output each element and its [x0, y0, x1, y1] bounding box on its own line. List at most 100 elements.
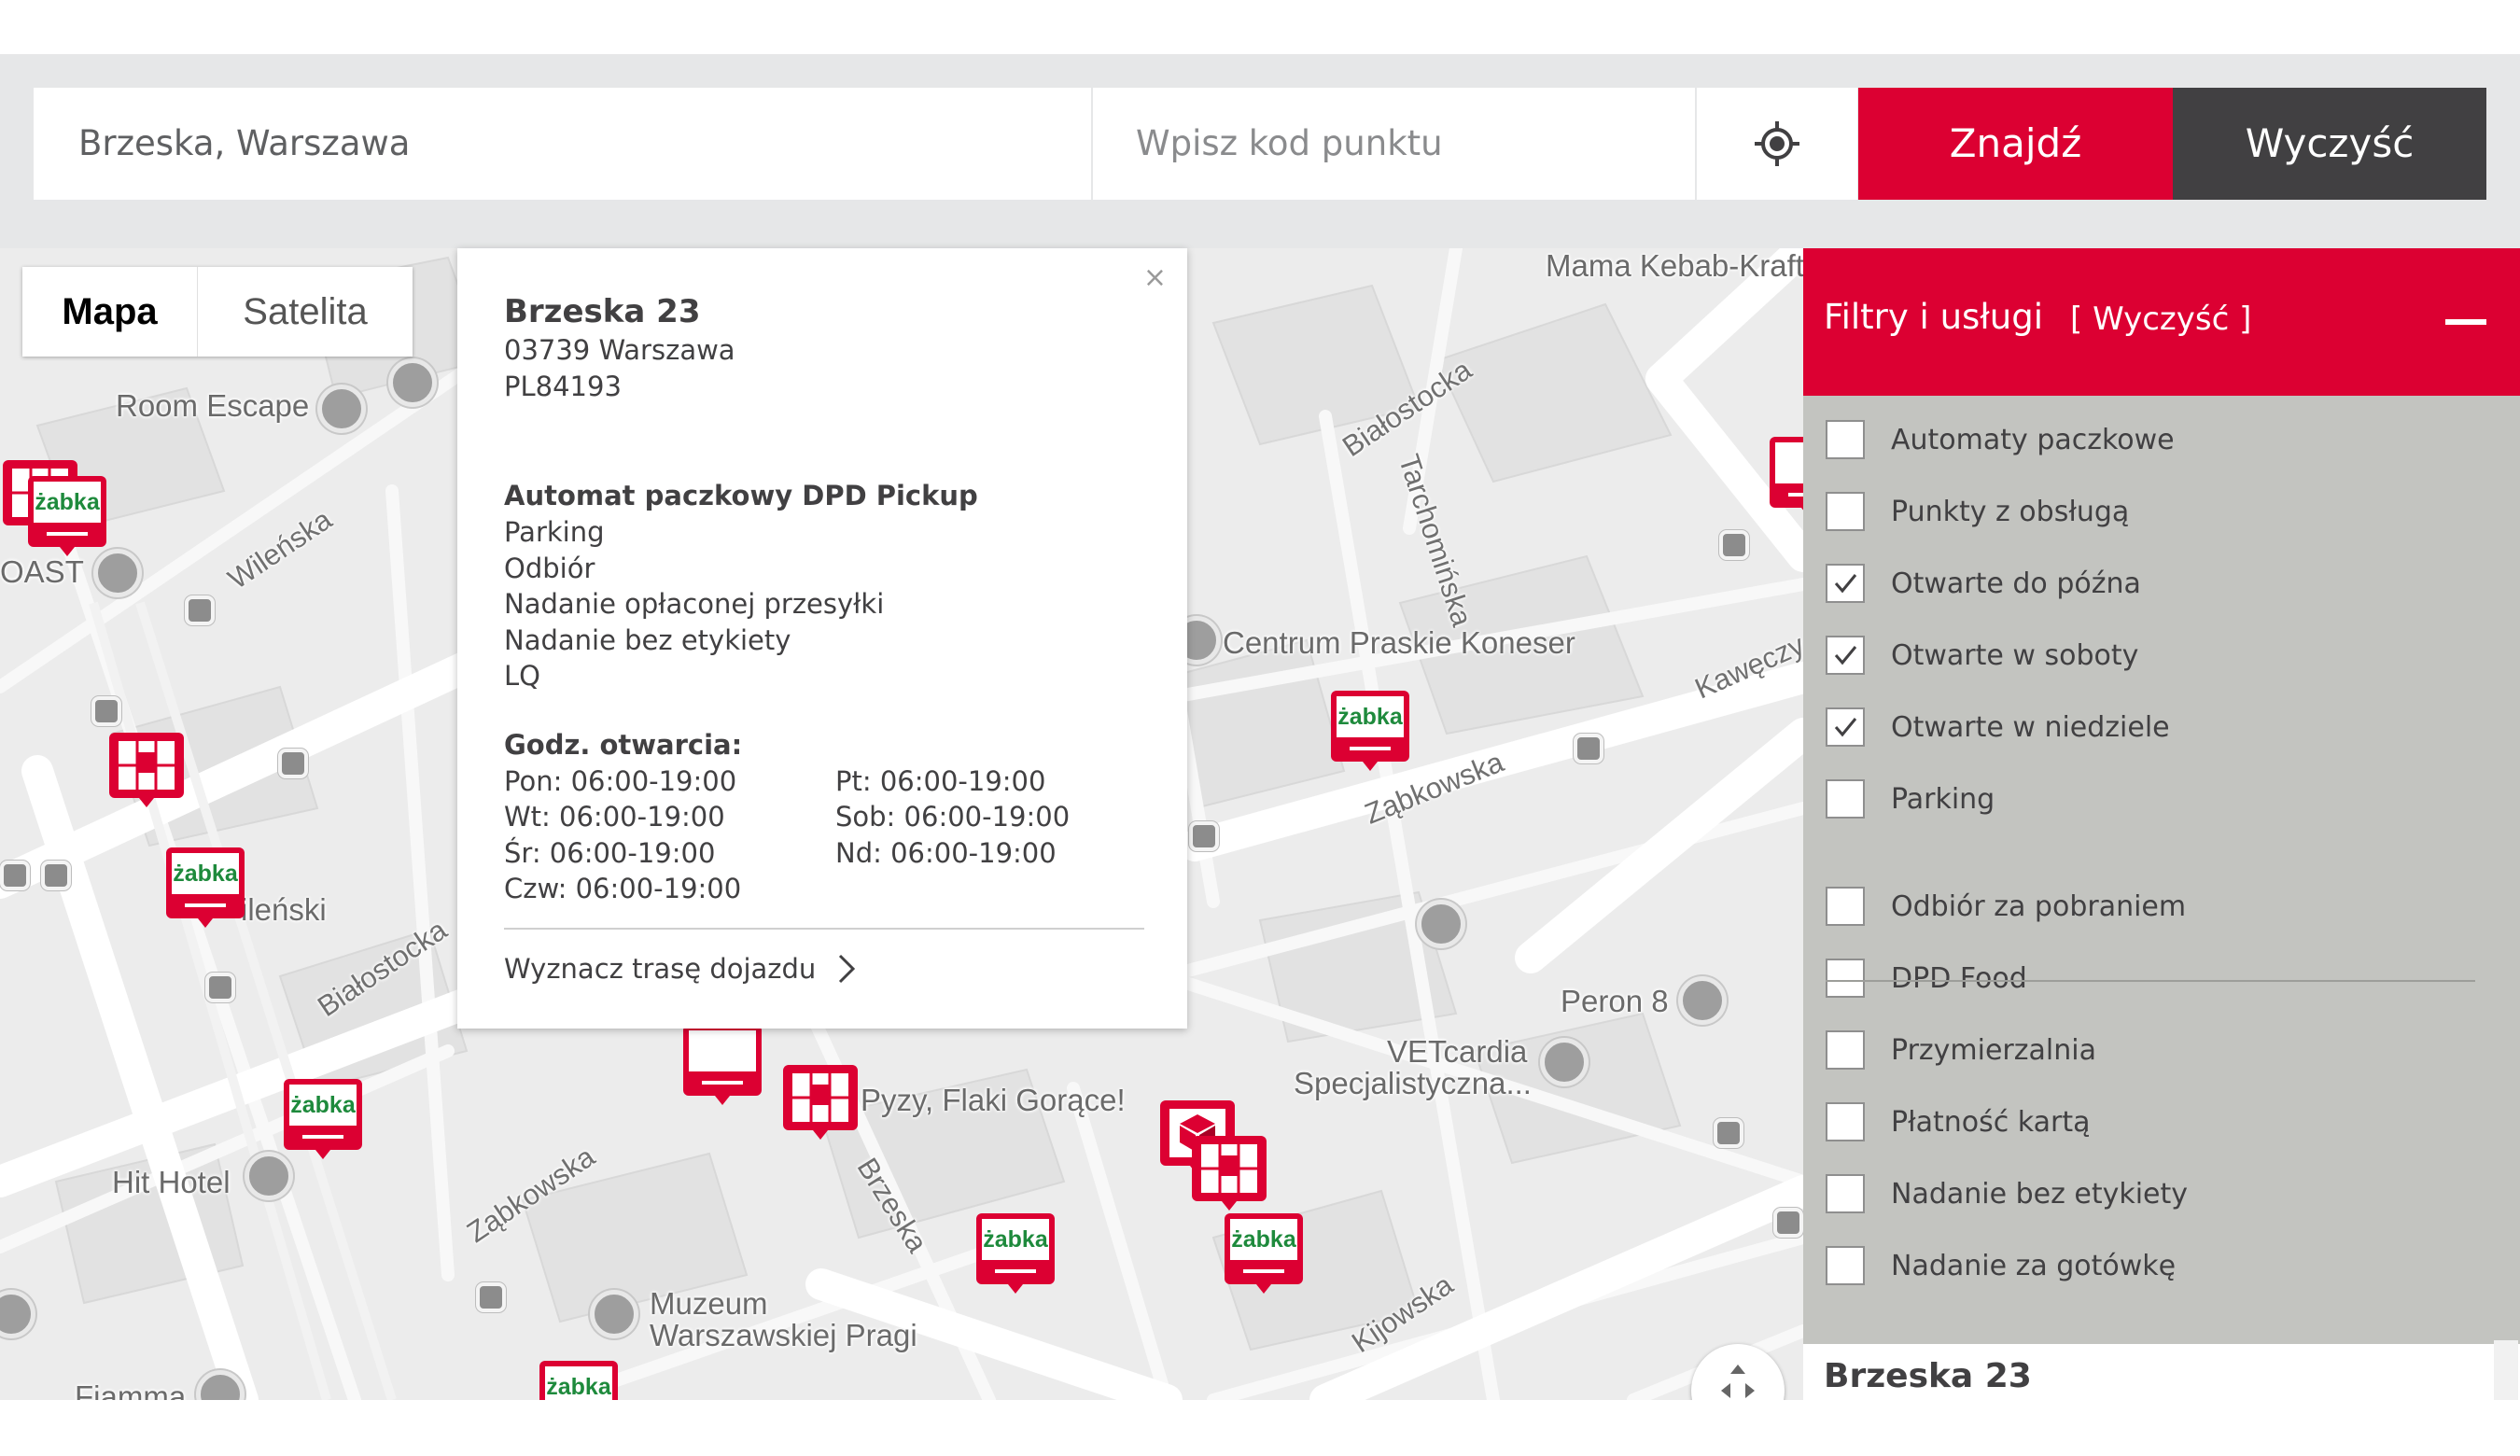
zabka-marker-shape — [1770, 437, 1803, 511]
filter-option[interactable]: Otwarte w soboty — [1826, 634, 2138, 677]
zabka-marker[interactable]: żabka — [1329, 689, 1411, 773]
checkbox[interactable] — [1826, 779, 1865, 819]
zabka-marker[interactable]: żabka — [282, 1077, 364, 1161]
collapse-minus-icon[interactable] — [2445, 319, 2486, 325]
filter-option-label: Przymierzalnia — [1891, 1033, 2096, 1067]
map-label-vetcardia-1: VETcardia — [1387, 1034, 1528, 1069]
filter-option-label: DPD Food — [1891, 961, 2027, 995]
tab-map[interactable]: Mapa — [22, 267, 198, 357]
filters-header: Filtry i usługi [ Wyczyść ] — [1803, 248, 2520, 396]
result-item-title[interactable]: Brzeska 23 — [1824, 1357, 2032, 1395]
filter-option[interactable]: Płatność kartą — [1826, 1100, 2091, 1143]
map-label-mama-kebab: Mama Kebab-Kraft — [1546, 248, 1803, 283]
map-label-toast: OAST — [0, 554, 84, 589]
filter-option-label: Nadanie bez etykiety — [1891, 1177, 2189, 1211]
museum-poi-icon[interactable] — [590, 1290, 638, 1338]
zabka-logo-text: żabka — [983, 1226, 1048, 1253]
filter-option[interactable]: Otwarte do późna — [1826, 562, 2141, 605]
filter-option[interactable]: Nadanie bez etykiety — [1826, 1172, 2188, 1215]
transit-stop-icon[interactable] — [476, 1282, 506, 1312]
filter-option[interactable]: Przymierzalnia — [1826, 1029, 2096, 1071]
zabka-marker-shape — [28, 476, 106, 556]
transit-stop-icon[interactable] — [0, 861, 30, 890]
checkbox[interactable] — [1826, 1174, 1865, 1213]
bus-stop-icon[interactable] — [278, 749, 308, 778]
address-input[interactable]: Brzeska, Warszawa — [34, 88, 1091, 200]
transit-stop-icon[interactable] — [91, 696, 121, 726]
point-code-input[interactable]: Wpisz kod punktu — [1093, 88, 1695, 200]
dpd-locker-marker[interactable] — [106, 730, 187, 808]
zabka-marker[interactable] — [681, 1023, 763, 1107]
map-label-hit-hotel: Hit Hotel — [112, 1165, 231, 1199]
scrollbar[interactable] — [2494, 1340, 2518, 1400]
zabka-logo-text: żabka — [1337, 704, 1403, 730]
attraction-poi-icon[interactable] — [317, 385, 366, 433]
map-label-room-escape: Room Escape — [116, 388, 310, 423]
zabka-logo-text: żabka — [290, 1092, 356, 1118]
filter-option[interactable]: Nadanie za gotówkę — [1826, 1244, 2176, 1287]
checkbox[interactable] — [1826, 1102, 1865, 1141]
filters-clear-link[interactable]: [ Wyczyść ] — [2070, 301, 2251, 338]
zabka-marker-shape — [976, 1213, 1055, 1294]
filters-panel: Filtry i usługi [ Wyczyść ] Automaty pac… — [1803, 248, 2520, 1400]
filter-option-label: Automaty paczkowe — [1891, 423, 2175, 456]
checkbox[interactable] — [1826, 1246, 1865, 1285]
restaurant-poi-icon[interactable] — [388, 358, 437, 407]
expand-icon — [1721, 1365, 1755, 1398]
filter-option[interactable]: Otwarte w niedziele — [1826, 706, 2170, 749]
filter-option[interactable]: Parking — [1826, 777, 1995, 820]
zabka-marker-shape — [1225, 1213, 1303, 1294]
bus-stop-icon[interactable] — [1189, 821, 1219, 851]
crosshair-icon — [1755, 121, 1799, 166]
filters-list: Automaty paczkowe Punkty z obsługą Otwarte… — [1803, 396, 2520, 1344]
zabka-logo-text: żabka — [546, 1374, 611, 1400]
dpd-locker-marker-selected[interactable] — [780, 1062, 861, 1141]
filter-option-label: Otwarte w niedziele — [1891, 710, 2170, 744]
restaurant-poi-icon[interactable] — [1678, 976, 1727, 1025]
locate-me-button[interactable] — [1697, 88, 1857, 200]
checkbox[interactable] — [1826, 959, 1865, 998]
dpd-locker-marker[interactable] — [1189, 1133, 1269, 1211]
find-button[interactable]: Znajdź — [1858, 88, 2173, 200]
zabka-marker[interactable]: żabka — [164, 846, 246, 930]
checkbox[interactable] — [1826, 492, 1865, 531]
bus-stop-icon[interactable] — [185, 595, 215, 625]
checkbox[interactable] — [1826, 1030, 1865, 1070]
school-poi-icon[interactable] — [1417, 900, 1465, 948]
transit-stop-icon[interactable] — [1714, 1118, 1743, 1148]
checkbox-checked[interactable] — [1826, 707, 1865, 747]
map-label-muzeum-2: Warszawskiej Pragi — [650, 1318, 917, 1352]
bus-stop-icon[interactable] — [1574, 734, 1603, 763]
bus-stop-icon[interactable] — [1719, 530, 1749, 560]
filter-option-label: Odbiór za pobraniem — [1891, 889, 2187, 923]
map-label-fiamma: Fiamma — [75, 1379, 187, 1400]
fullscreen-button[interactable] — [1691, 1344, 1785, 1400]
checkbox[interactable] — [1826, 887, 1865, 926]
filter-option[interactable]: Punkty z obsługą — [1826, 490, 2129, 533]
map-label-pyzy: Pyzy, Flaki Gorące! — [861, 1083, 1126, 1117]
filter-option-label: Nadanie za gotówkę — [1891, 1249, 2177, 1282]
map-label-wilenski: ileński — [241, 892, 327, 927]
filter-option[interactable]: Automaty paczkowe — [1826, 418, 2175, 461]
zabka-marker[interactable]: żabka — [538, 1359, 620, 1400]
filter-option-label: Otwarte w soboty — [1891, 638, 2139, 672]
bus-stop-icon[interactable] — [1773, 1208, 1803, 1238]
zabka-marker[interactable]: żabka — [974, 1211, 1057, 1295]
bus-stop-icon[interactable] — [205, 973, 235, 1002]
checkbox[interactable] — [1826, 420, 1865, 459]
checkbox-checked[interactable] — [1826, 564, 1865, 603]
checkbox-checked[interactable] — [1826, 636, 1865, 675]
tab-satellite[interactable]: Satelita — [198, 267, 413, 357]
map-label-muzeum-1: Muzeum — [650, 1286, 768, 1321]
zabka-logo-text: żabka — [35, 489, 100, 515]
zabka-marker[interactable]: żabka — [1223, 1211, 1305, 1295]
filter-option[interactable]: DPD Food — [1826, 957, 2027, 1000]
vet-poi-icon[interactable] — [1540, 1038, 1589, 1086]
bus-stop-icon[interactable] — [41, 861, 71, 890]
zabka-marker[interactable]: żabka — [26, 474, 108, 558]
map-label-peron8: Peron 8 — [1561, 984, 1669, 1018]
zabka-marker-shape — [683, 1025, 762, 1105]
zabka-marker[interactable] — [1768, 435, 1803, 519]
filter-option[interactable]: Odbiór za pobraniem — [1826, 885, 2186, 928]
clear-button[interactable]: Wyczyść — [2173, 88, 2486, 200]
